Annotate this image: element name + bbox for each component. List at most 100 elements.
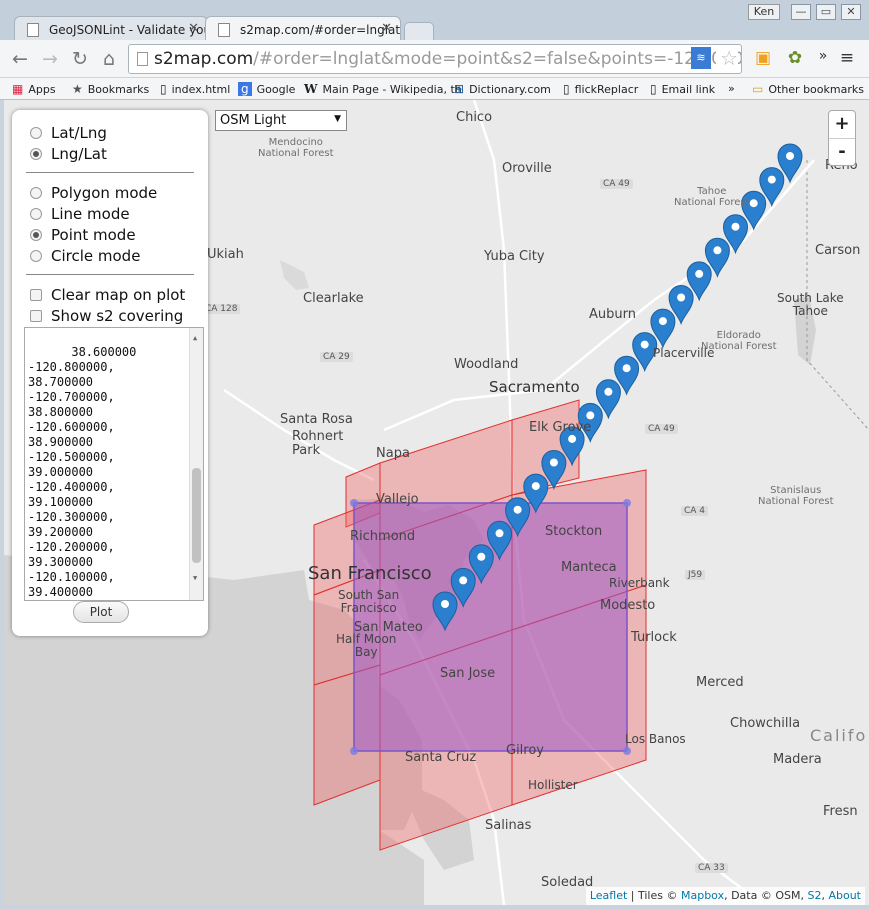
place-label: Manteca (561, 560, 617, 575)
place-label: Sacramento (489, 378, 580, 396)
divider (26, 274, 194, 275)
scroll-down-icon[interactable]: ▼ (193, 571, 197, 586)
about-link[interactable]: About (828, 889, 861, 902)
address-bar[interactable]: s2map.com/#order=lnglat&mode=point&s2=fa… (128, 44, 742, 74)
scrollbar-thumb[interactable] (192, 468, 201, 563)
option-label: Circle mode (51, 247, 141, 265)
place-label: Turlock (631, 630, 677, 645)
leaflet-link[interactable]: Leaflet (590, 889, 627, 902)
s2-link[interactable]: S2 (807, 889, 821, 902)
home-button[interactable]: ⌂ (97, 48, 121, 72)
bookmark-apps[interactable]: ▦ Apps (12, 82, 56, 96)
extension-icon[interactable]: ✿ (784, 48, 806, 70)
close-icon[interactable]: ✕ (188, 21, 199, 36)
show-s2-covering-checkbox[interactable]: Show s2 covering (30, 307, 183, 327)
bookmark-index[interactable]: ▯ index.html (160, 82, 230, 96)
mode-point-option[interactable]: Point mode (30, 226, 136, 246)
option-label: Clear map on plot (51, 286, 186, 304)
scrollbar[interactable]: ▲ ▼ (189, 328, 203, 600)
option-label: Polygon mode (51, 184, 158, 202)
place-label: Merced (696, 675, 744, 690)
place-label: Half Moon Bay (336, 632, 397, 659)
radio-button[interactable] (30, 187, 42, 199)
menu-icon[interactable]: ≡ (836, 48, 858, 70)
bookmark-email-link[interactable]: ▯ Email link (650, 82, 715, 96)
zoom-out-button[interactable]: - (829, 138, 855, 165)
place-label: San Jose (440, 666, 496, 681)
option-label: Show s2 covering (51, 307, 184, 325)
place-label: Santa Rosa (280, 412, 353, 427)
tab-strip: GeoJSONLint - Validate your ✕ s2map.com/… (0, 0, 869, 42)
wikipedia-icon: W (304, 82, 318, 96)
page-icon: ▯ (650, 82, 657, 96)
place-label: Gilroy (506, 743, 545, 758)
mode-polygon-option[interactable]: Polygon mode (30, 184, 157, 204)
vertex-handle[interactable] (350, 747, 358, 755)
map-canvas[interactable]: Chico Oroville Yuba City Ukiah Clearlake… (4, 100, 869, 905)
mode-circle-option[interactable]: Circle mode (30, 247, 140, 267)
plot-button[interactable]: Plot (73, 601, 129, 623)
radio-button[interactable] (30, 127, 42, 139)
apps-grid-icon: ▦ (12, 82, 24, 96)
vertex-handle[interactable] (623, 499, 631, 507)
package-icon[interactable]: ▣ (752, 48, 774, 70)
close-icon[interactable]: ✕ (381, 21, 392, 36)
tab-geojsonlint[interactable]: GeoJSONLint - Validate your ✕ (14, 16, 208, 42)
bookmark-bookmarks[interactable]: ★ Bookmarks (72, 82, 149, 96)
option-label: Lat/Lng (51, 124, 107, 142)
place-label: Chowchilla (730, 716, 801, 731)
bookmarks-overflow[interactable]: » (728, 82, 735, 95)
checkbox[interactable] (30, 310, 42, 322)
stack-icon[interactable]: ≋ (691, 47, 711, 69)
google-icon: g (238, 82, 252, 96)
vertex-handle[interactable] (350, 499, 358, 507)
place-label: Oroville (502, 161, 552, 176)
radio-button[interactable] (30, 250, 42, 262)
clear-map-checkbox[interactable]: Clear map on plot (30, 286, 185, 306)
highway-shield: CA 4 (681, 506, 709, 516)
restore-button[interactable]: ▭ (816, 4, 836, 20)
back-button[interactable]: ← (8, 48, 32, 72)
mode-line-option[interactable]: Line mode (30, 205, 130, 225)
option-label: Point mode (51, 226, 136, 244)
place-label: South Lake Tahoe (777, 291, 844, 318)
attribution-text: , Data © OSM, (724, 889, 808, 902)
place-label: Stockton (545, 524, 603, 539)
order-latlng-option[interactable]: Lat/Lng (30, 124, 107, 144)
dropdown-arrow-icon: ▼ (334, 114, 341, 124)
highway-shield: CA 49 (645, 424, 678, 434)
bookmark-wikipedia[interactable]: W Main Page - Wikipedia, th (304, 82, 462, 96)
minimize-button[interactable]: — (791, 4, 811, 20)
page-icon: ▯ (160, 82, 167, 96)
tab-s2map[interactable]: s2map.com/#order=lnglat&m ✕ (205, 16, 401, 42)
bookmark-google[interactable]: g Google (238, 82, 295, 96)
vertex-handle[interactable] (623, 747, 631, 755)
bookmark-dictionary[interactable]: ⊞ Dictionary.com (454, 82, 551, 96)
bookmark-label: Main Page - Wikipedia, th (322, 83, 462, 96)
highway-shield: CA 29 (320, 352, 353, 362)
forward-button[interactable]: → (38, 48, 62, 72)
radio-button[interactable] (30, 229, 42, 241)
checkbox[interactable] (30, 289, 42, 301)
new-tab-button[interactable] (404, 22, 434, 40)
mapbox-link[interactable]: Mapbox (681, 889, 724, 902)
zoom-in-button[interactable]: + (829, 111, 855, 138)
place-label: Rohnert Park (292, 429, 344, 458)
place-label: San Francisco (308, 563, 432, 584)
order-lnglat-option[interactable]: Lng/Lat (30, 145, 107, 165)
bookmark-flickreplacr[interactable]: ▯ flickReplacr (563, 82, 638, 96)
reload-button[interactable]: ↻ (68, 48, 92, 72)
bookmark-other[interactable]: ▭ Other bookmarks (752, 82, 864, 96)
more-extensions-icon[interactable]: » (812, 48, 834, 70)
bookmark-label: index.html (171, 83, 231, 96)
bookmark-star-icon[interactable]: ☆ (716, 46, 738, 70)
basemap-select[interactable]: OSM Light ▼ (215, 110, 347, 131)
profile-badge[interactable]: Ken (748, 4, 780, 20)
close-window-button[interactable]: ✕ (841, 4, 861, 20)
radio-button[interactable] (30, 148, 42, 160)
option-label: Lng/Lat (51, 145, 107, 163)
points-textarea[interactable]: 38.600000 -120.800000, 38.700000 -120.70… (24, 327, 204, 601)
place-label: Richmond (350, 529, 416, 544)
scroll-up-icon[interactable]: ▲ (193, 331, 197, 346)
radio-button[interactable] (30, 208, 42, 220)
